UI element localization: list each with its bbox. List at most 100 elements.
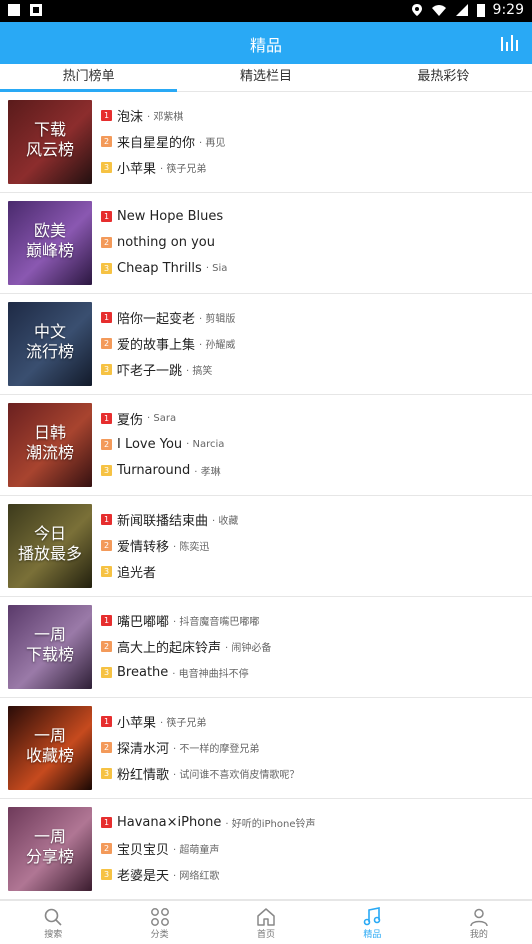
chart-cover: 中文 流行榜 [8, 302, 92, 386]
page-title: 精品 [249, 36, 282, 55]
song-artist: · 筷子兄弟 [160, 163, 207, 175]
song-title: I Love You [117, 436, 183, 452]
rank-badge: 3 [101, 363, 112, 375]
song-item[interactable]: 2 来自星星的你 · 再见 [101, 128, 522, 154]
song-item[interactable]: 2 爱情转移 · 陈奕迅 [101, 532, 522, 558]
chart-row-week-share[interactable]: 一周 分享榜 1 Havana×iPhone · 好听的iPhone铃声 2 宝贝宝贝… [0, 799, 532, 900]
song-item[interactable]: 2 探清水河 · 不一样的摩登兄弟 [101, 734, 522, 760]
rank-badge: 2 [101, 842, 112, 854]
chart-row-jk-trend[interactable]: 日韩 潮流榜 1 夏伤 · Sara 2 I Love You · Narcia 3 Tu… [0, 395, 532, 496]
song-item[interactable]: 3 粉红情歌 · 试问谁不喜欢俏皮情歌呢？ [101, 760, 522, 786]
chart-row-today-most[interactable]: 今日 播放最多 1 新闻联播结束曲 · 收藏 2 爱情转移 · 陈奕迅 3 追光者 [0, 496, 532, 597]
rank-badge: 1 [101, 311, 112, 323]
song-item[interactable]: 2 I Love You · Narcia [101, 431, 522, 457]
nav-label: 我的 [469, 930, 488, 940]
song-item[interactable]: 1 New Hope Blues [101, 203, 522, 229]
nav-search[interactable]: 搜索 [0, 901, 106, 944]
song-artist: · 收藏 [212, 515, 239, 527]
song-artist: · 不一样的摩登兄弟 [173, 743, 260, 755]
chart-cover: 一周 收藏榜 [8, 706, 92, 790]
rank-badge: 3 [101, 262, 112, 274]
song-title: 老婆是天 [117, 868, 170, 884]
chart-cover: 今日 播放最多 [8, 504, 92, 588]
song-item[interactable]: 3 Breathe · 电音神曲抖不停 [101, 659, 522, 685]
chart-cover-label: 今日 播放最多 [17, 524, 82, 563]
song-artist: · 剪辑版 [199, 313, 236, 325]
chart-row-chinese-pop[interactable]: 中文 流行榜 1 陪你一起变老 · 剪辑版 2 爱的故事上集 · 孙耀威 3 吓老子一跳 ·… [0, 294, 532, 395]
location-icon [411, 4, 422, 16]
song-item[interactable]: 1 Havana×iPhone · 好听的iPhone铃声 [101, 809, 522, 835]
song-item[interactable]: 2 宝贝宝贝 · 超萌童声 [101, 835, 522, 861]
chart-cover: 日韩 潮流榜 [8, 403, 92, 487]
nav-home[interactable]: 首页 [213, 901, 319, 944]
chart-row-download[interactable]: 下载 风云榜 1 泡沫 · 邓紫棋 2 来自星星的你 · 再见 3 小苹果 · 筷子兄弟 [0, 92, 532, 193]
nav-mine[interactable]: 我的 [426, 901, 532, 944]
song-item[interactable]: 3 Turnaround · 孝琳 [101, 457, 522, 483]
song-item[interactable]: 1 嘴巴嘟嘟 · 抖音魔音嘴巴嘟嘟 [101, 607, 522, 633]
song-item[interactable]: 1 泡沫 · 邓紫棋 [101, 102, 522, 128]
song-item[interactable]: 3 小苹果 · 筷子兄弟 [101, 154, 522, 180]
song-title: Cheap Thrills [117, 260, 202, 276]
song-title: 吓老子一跳 [117, 363, 183, 379]
tab-selected-columns[interactable]: 精选栏目 [177, 64, 354, 91]
song-artist: · 邓紫棋 [147, 111, 184, 123]
rank-badge: 2 [101, 539, 112, 551]
song-title: 探清水河 [117, 741, 170, 757]
app-notification-icon [30, 4, 42, 16]
song-title: 追光者 [117, 565, 157, 581]
nav-label: 分类 [150, 930, 169, 940]
song-title: nothing on you [117, 234, 215, 250]
song-artist: · 孝琳 [194, 466, 221, 478]
song-artist: · Sara [147, 412, 177, 424]
rank-badge: 1 [101, 715, 112, 727]
chart-cover-label: 一周 下载榜 [25, 625, 74, 664]
chart-row-western[interactable]: 欧美 巅峰榜 1 New Hope Blues 2 nothing on you 3… [0, 193, 532, 294]
equalizer-icon[interactable] [500, 34, 518, 52]
song-artist: · 闹钟必备 [225, 642, 272, 654]
song-item[interactable]: 3 老婆是天 · 网络红歌 [101, 861, 522, 887]
rank-badge: 2 [101, 236, 112, 248]
rank-badge: 2 [101, 337, 112, 349]
nav-category[interactable]: 分类 [106, 901, 212, 944]
song-item[interactable]: 3 吓老子一跳 · 搞笑 [101, 356, 522, 382]
song-artist: · Narcia [186, 438, 225, 450]
chart-cover-label: 一周 收藏榜 [25, 726, 74, 765]
song-title: Turnaround [117, 462, 191, 478]
song-artist: · 超萌童声 [173, 844, 220, 856]
tab-bar: 热门榜单 精选栏目 最热彩铃 [0, 64, 532, 92]
chart-list: 下载 风云榜 1 泡沫 · 邓紫棋 2 来自星星的你 · 再见 3 小苹果 · 筷子兄弟 欧… [0, 92, 532, 900]
song-item[interactable]: 2 爱的故事上集 · 孙耀威 [101, 330, 522, 356]
rank-badge: 3 [101, 565, 112, 577]
song-item[interactable]: 2 高大上的起床铃声 · 闹钟必备 [101, 633, 522, 659]
song-artist: · 好听的iPhone铃声 [225, 818, 316, 830]
rank-badge: 2 [101, 438, 112, 450]
song-item[interactable]: 1 新闻联播结束曲 · 收藏 [101, 506, 522, 532]
rank-badge: 1 [101, 109, 112, 121]
chart-cover: 欧美 巅峰榜 [8, 201, 92, 285]
song-artist: · 筷子兄弟 [160, 717, 207, 729]
chart-row-week-download[interactable]: 一周 下载榜 1 嘴巴嘟嘟 · 抖音魔音嘴巴嘟嘟 2 高大上的起床铃声 · 闹钟必备 3… [0, 597, 532, 698]
song-item[interactable]: 3 追光者 [101, 558, 522, 584]
song-item[interactable]: 1 小苹果 · 筷子兄弟 [101, 708, 522, 734]
nav-featured[interactable]: 精品 [319, 901, 425, 944]
chart-row-week-favorite[interactable]: 一周 收藏榜 1 小苹果 · 筷子兄弟 2 探清水河 · 不一样的摩登兄弟 3 粉红情歌 ·… [0, 698, 532, 799]
song-item[interactable]: 2 nothing on you [101, 229, 522, 255]
song-title: 爱的故事上集 [117, 337, 196, 353]
tab-hot-ringtones[interactable]: 最热彩铃 [355, 64, 532, 91]
song-title: 宝贝宝贝 [117, 842, 170, 858]
tab-hot-charts[interactable]: 热门榜单 [0, 64, 178, 92]
song-item[interactable]: 1 夏伤 · Sara [101, 405, 522, 431]
song-title: 小苹果 [117, 161, 157, 177]
song-item[interactable]: 3 Cheap Thrills · Sia [101, 255, 522, 281]
chart-cover: 下载 风云榜 [8, 100, 92, 184]
category-icon [150, 908, 169, 926]
rank-badge: 3 [101, 666, 112, 678]
status-time: 9:29 [492, 2, 524, 18]
chart-cover-label: 日韩 潮流榜 [25, 423, 74, 462]
rank-badge: 1 [101, 614, 112, 626]
wifi-icon [431, 5, 446, 16]
song-artist: · 孙耀威 [199, 339, 236, 351]
rank-badge: 3 [101, 767, 112, 779]
app-bar: 精品 [0, 22, 532, 64]
song-item[interactable]: 1 陪你一起变老 · 剪辑版 [101, 304, 522, 330]
